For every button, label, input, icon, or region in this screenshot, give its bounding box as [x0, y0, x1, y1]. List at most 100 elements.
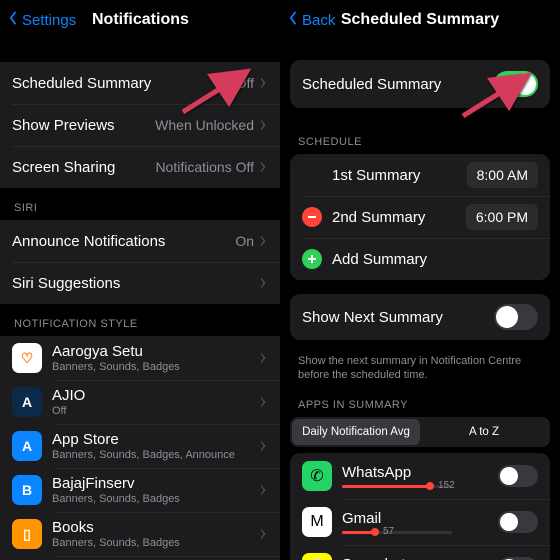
app-name: WhatsApp	[342, 464, 498, 481]
app-icon: A	[12, 387, 42, 417]
app-icon: A	[12, 431, 42, 461]
summary-app-row: 👻 Snapchat 53	[290, 545, 550, 560]
row-show-next-summary: Show Next Summary	[290, 294, 550, 340]
app-name: BajajFinserv	[52, 475, 258, 492]
row-show-previews[interactable]: Show Previews When Unlocked	[0, 104, 280, 146]
row-label: Screen Sharing	[12, 159, 155, 176]
app-row[interactable]: ▯ Books Banners, Sounds, Badges	[0, 512, 280, 556]
app-icon: M	[302, 507, 332, 537]
app-row[interactable]: B BajajFinserv Banners, Sounds, Badges	[0, 468, 280, 512]
chevron-right-icon	[258, 529, 268, 539]
app-name: Snapchat	[342, 556, 498, 560]
siri-header: SIRI	[0, 188, 280, 220]
avg-bar: 152	[342, 485, 452, 488]
chevron-right-icon	[258, 236, 268, 246]
app-row[interactable]: ▦ Calendar Banners, Sounds, Badges	[0, 556, 280, 560]
app-meta: AJIO Off	[52, 387, 258, 417]
app-icon: ✆	[302, 461, 332, 491]
app-meta: WhatsApp 152	[342, 464, 498, 488]
row-value: When Unlocked	[155, 117, 254, 133]
seg-a-to-z[interactable]: A to Z	[420, 419, 548, 445]
app-name: Gmail	[342, 510, 498, 527]
back-button[interactable]: Back	[286, 11, 335, 29]
app-meta: Books Banners, Sounds, Badges	[52, 519, 258, 549]
include-toggle[interactable]	[498, 465, 538, 487]
chevron-left-icon	[6, 11, 20, 29]
row-siri-suggestions[interactable]: Siri Suggestions	[0, 262, 280, 304]
next-summary-help: Show the next summary in Notification Ce…	[280, 354, 560, 395]
add-icon[interactable]	[302, 249, 322, 269]
schedule-card: 1st Summary8:00 AM2nd Summary6:00 PMAdd …	[290, 154, 550, 280]
app-meta: Snapchat 53	[342, 556, 498, 560]
remove-icon[interactable]	[302, 207, 322, 227]
app-list: ♡ Aarogya Setu Banners, Sounds, Badges A…	[0, 336, 280, 560]
app-name: Books	[52, 519, 258, 536]
row-scheduled-summary-toggle: Scheduled Summary	[290, 60, 550, 108]
app-subtitle: Banners, Sounds, Badges	[52, 361, 258, 373]
avg-bar: 57	[342, 531, 452, 534]
schedule-header: SCHEDULE	[280, 122, 560, 154]
chevron-right-icon	[258, 353, 268, 363]
include-toggle[interactable]	[498, 557, 538, 560]
schedule-label: 1st Summary	[332, 167, 467, 184]
row-label: Scheduled Summary	[302, 76, 494, 93]
schedule-time[interactable]: 8:00 AM	[467, 162, 538, 188]
app-icon: ▯	[12, 519, 42, 549]
sort-segmented-control[interactable]: Daily Notification Avg A to Z	[290, 417, 550, 447]
schedule-time[interactable]: 6:00 PM	[466, 204, 538, 230]
app-meta: Gmail 57	[342, 510, 498, 534]
summary-app-row: ✆ WhatsApp 152	[290, 453, 550, 499]
include-toggle[interactable]	[498, 511, 538, 533]
summary-app-row: M Gmail 57	[290, 499, 550, 545]
app-subtitle: Banners, Sounds, Badges	[52, 537, 258, 549]
schedule-row[interactable]: Add Summary	[290, 238, 550, 280]
schedule-row[interactable]: 1st Summary8:00 AM	[290, 154, 550, 196]
app-icon: B	[12, 475, 42, 505]
app-subtitle: Banners, Sounds, Badges, Announce	[52, 449, 258, 461]
apps-in-summary-header: APPS IN SUMMARY	[280, 395, 560, 417]
schedule-label: Add Summary	[332, 251, 538, 268]
row-scheduled-summary[interactable]: Scheduled Summary Off	[0, 62, 280, 104]
chevron-right-icon	[258, 78, 268, 88]
row-label: Announce Notifications	[12, 233, 235, 250]
row-screen-sharing[interactable]: Screen Sharing Notifications Off	[0, 146, 280, 188]
app-name: App Store	[52, 431, 258, 448]
app-meta: App Store Banners, Sounds, Badges, Annou…	[52, 431, 258, 461]
schedule-label: 2nd Summary	[332, 209, 466, 226]
app-row[interactable]: A AJIO Off	[0, 380, 280, 424]
app-icon: ♡	[12, 343, 42, 373]
row-label: Show Next Summary	[302, 309, 494, 326]
row-announce-notifications[interactable]: Announce Notifications On	[0, 220, 280, 262]
app-meta: Aarogya Setu Banners, Sounds, Badges	[52, 343, 258, 373]
siri-group: Announce Notifications On Siri Suggestio…	[0, 220, 280, 304]
seg-daily-avg[interactable]: Daily Notification Avg	[292, 419, 420, 445]
schedule-row[interactable]: 2nd Summary6:00 PM	[290, 196, 550, 238]
chevron-right-icon	[258, 485, 268, 495]
back-label: Back	[302, 12, 335, 29]
app-name: Aarogya Setu	[52, 343, 258, 360]
app-row[interactable]: A App Store Banners, Sounds, Badges, Ann…	[0, 424, 280, 468]
app-name: AJIO	[52, 387, 258, 404]
chevron-right-icon	[258, 120, 268, 130]
scheduled-summary-toggle[interactable]	[494, 71, 538, 97]
chevron-left-icon	[286, 11, 300, 29]
app-row[interactable]: ♡ Aarogya Setu Banners, Sounds, Badges	[0, 336, 280, 380]
show-next-summary-toggle[interactable]	[494, 304, 538, 330]
back-label: Settings	[22, 12, 76, 29]
app-subtitle: Banners, Sounds, Badges	[52, 493, 258, 505]
avg-count: 152	[438, 480, 455, 491]
app-subtitle: Off	[52, 405, 258, 417]
summary-apps-card: ✆ WhatsApp 152 M Gmail 57 👻 Snapchat 53 …	[290, 453, 550, 560]
app-meta: BajajFinserv Banners, Sounds, Badges	[52, 475, 258, 505]
chevron-right-icon	[258, 441, 268, 451]
summary-toggle-card: Scheduled Summary	[290, 60, 550, 108]
back-button[interactable]: Settings	[6, 11, 76, 29]
scheduled-summary-screen: Back Scheduled Summary Scheduled Summary…	[280, 0, 560, 560]
navbar: Settings Notifications	[0, 0, 280, 40]
chevron-right-icon	[258, 278, 268, 288]
notifications-screen: Settings Notifications Scheduled Summary…	[0, 0, 280, 560]
chevron-right-icon	[258, 162, 268, 172]
next-summary-card: Show Next Summary	[290, 294, 550, 340]
chevron-right-icon	[258, 397, 268, 407]
row-value: Off	[236, 75, 254, 91]
